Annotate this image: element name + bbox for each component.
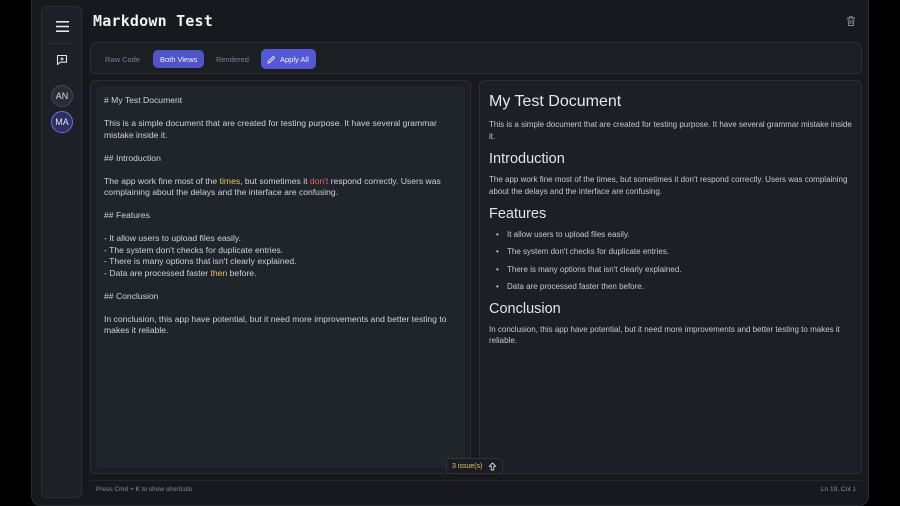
issues-indicator[interactable]: 3 issue(s) bbox=[446, 458, 504, 474]
menu-button[interactable] bbox=[49, 13, 75, 39]
preview-feature-list: It allow users to upload files easily. T… bbox=[489, 229, 852, 292]
editor-line: ## Conclusion bbox=[104, 290, 159, 301]
both-views-tab[interactable]: Both Views bbox=[153, 50, 205, 68]
editor-line: - The system don't checks for duplicate … bbox=[104, 244, 284, 255]
editor-line: ## Introduction bbox=[104, 152, 161, 163]
editor-line: # My Test Document bbox=[104, 95, 183, 105]
list-item: It allow users to upload files easily. bbox=[489, 229, 852, 240]
editor-text: before. bbox=[227, 267, 257, 278]
editor-line: ## Features bbox=[104, 210, 150, 220]
delete-button[interactable] bbox=[845, 14, 859, 28]
new-comment-button[interactable] bbox=[49, 47, 75, 73]
app-window: AN MA Markdown Test Raw Code Both Views … bbox=[31, 0, 869, 506]
preview-heading-1: My Test Document bbox=[489, 93, 622, 110]
grammar-issue-highlight[interactable]: times bbox=[220, 176, 241, 186]
preview-paragraph: In conclusion, this app have potential, … bbox=[489, 324, 840, 346]
grammar-issue-highlight[interactable]: don't bbox=[310, 176, 328, 186]
add-comment-icon bbox=[56, 54, 68, 66]
page-title: Markdown Test bbox=[93, 12, 213, 30]
editor-text: The app work fine most of the bbox=[104, 175, 220, 186]
view-toolbar: Raw Code Both Views Rendered Apply All bbox=[90, 42, 862, 74]
editor-line: - Data are processed faster then before. bbox=[104, 268, 457, 280]
rendered-preview-panel: My Test Document This is a simple docume… bbox=[479, 80, 862, 474]
editor-line: - It allow users to upload files easily. bbox=[104, 233, 241, 243]
list-item: Data are processed faster then before. bbox=[489, 281, 852, 292]
hamburger-icon bbox=[55, 20, 69, 32]
editor-line: This is a simple document that are creat… bbox=[104, 118, 440, 140]
sidebar: AN MA bbox=[41, 6, 82, 498]
preview-paragraph: This is a simple document that are creat… bbox=[489, 120, 852, 141]
pencil-icon bbox=[267, 55, 276, 63]
editor-text: - Data are processed faster bbox=[104, 267, 211, 278]
preview-paragraph: The app work fine most of the times, but… bbox=[489, 175, 848, 196]
editor-text: , but sometimes it bbox=[240, 175, 310, 186]
raw-code-panel: # My Test Document This is a simple docu… bbox=[90, 80, 471, 474]
preview-heading-features: Features bbox=[489, 206, 547, 222]
markdown-editor[interactable]: # My Test Document This is a simple docu… bbox=[96, 86, 465, 468]
preview-heading-introduction: Introduction bbox=[489, 151, 565, 167]
avatar-ma[interactable]: MA bbox=[51, 111, 73, 133]
arrow-up-icon bbox=[489, 462, 497, 470]
sidebar-divider bbox=[48, 43, 76, 44]
editor-line: In conclusion, this app have potential, … bbox=[104, 313, 449, 336]
editor-line: - There is many options that isn't clear… bbox=[104, 256, 297, 266]
editor-line: The app work fine most of the times, but… bbox=[104, 176, 457, 199]
list-item: The system don't checks for duplicate en… bbox=[489, 246, 852, 257]
cursor-position: Ln 19, Col 1 bbox=[820, 486, 856, 493]
list-item: There is many options that isn't clearly… bbox=[489, 264, 852, 275]
status-bar: Press Cmd + K to show shortcuts Ln 19, C… bbox=[90, 480, 862, 498]
preview-heading-conclusion: Conclusion bbox=[489, 300, 561, 317]
shortcut-hint: Press Cmd + K to show shortcuts bbox=[96, 486, 193, 493]
trash-icon bbox=[847, 16, 855, 26]
apply-all-button[interactable]: Apply All bbox=[261, 49, 316, 69]
rendered-tab[interactable]: Rendered bbox=[209, 50, 256, 68]
raw-code-tab[interactable]: Raw Code bbox=[98, 50, 147, 68]
avatar-an[interactable]: AN bbox=[51, 85, 73, 107]
grammar-issue-highlight[interactable]: then bbox=[211, 268, 228, 278]
issues-count: 3 issue(s) bbox=[452, 462, 483, 470]
apply-all-label: Apply All bbox=[280, 54, 309, 64]
